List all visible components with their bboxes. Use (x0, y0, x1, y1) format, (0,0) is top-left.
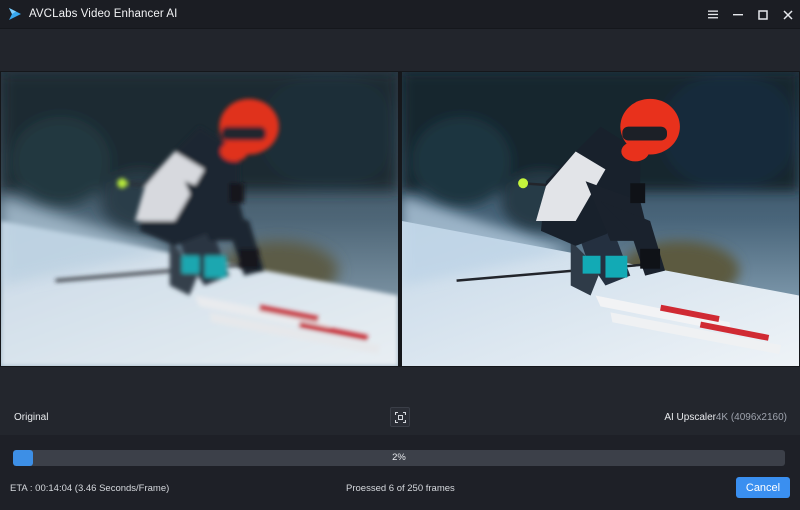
compare-frame-icon (394, 411, 406, 423)
ai-upscaler-label: AI Upscaler (664, 412, 716, 423)
cancel-button[interactable]: Cancel (736, 477, 790, 498)
maximize-icon (757, 9, 768, 20)
original-label: Original (14, 412, 49, 423)
menu-icon (707, 10, 718, 19)
eta-text: ETA : 00:14:04 (3.46 Seconds/Frame) (10, 483, 170, 494)
minimize-button[interactable] (725, 0, 750, 29)
original-preview (1, 72, 398, 366)
app-logo-icon (9, 8, 21, 20)
compare-view-button[interactable] (390, 407, 410, 427)
minimize-icon (732, 14, 743, 16)
preview-area (0, 71, 800, 367)
app-title: AVCLabs Video Enhancer AI (29, 8, 178, 20)
close-icon (782, 9, 793, 20)
title-bar: AVCLabs Video Enhancer AI (0, 0, 800, 29)
progress-percent: 2% (392, 452, 406, 463)
processed-frames-text: Proessed 6 of 250 frames (346, 483, 455, 494)
window-controls (700, 0, 800, 29)
maximize-button[interactable] (750, 0, 775, 29)
toolbar-strip (0, 29, 800, 71)
progress-panel: 2% ETA : 00:14:04 (3.46 Seconds/Frame) P… (0, 435, 800, 510)
enhanced-preview (402, 72, 799, 366)
progress-bar: 2% (13, 450, 785, 466)
menu-button[interactable] (700, 0, 725, 29)
preview-label-bar: Original AI Upscaler 4K (4096x2160) (0, 367, 800, 435)
close-button[interactable] (775, 0, 800, 29)
app-window: AVCLabs Video Enhancer AI Original AI Up… (0, 0, 800, 510)
resolution-label: 4K (4096x2160) (715, 412, 787, 423)
